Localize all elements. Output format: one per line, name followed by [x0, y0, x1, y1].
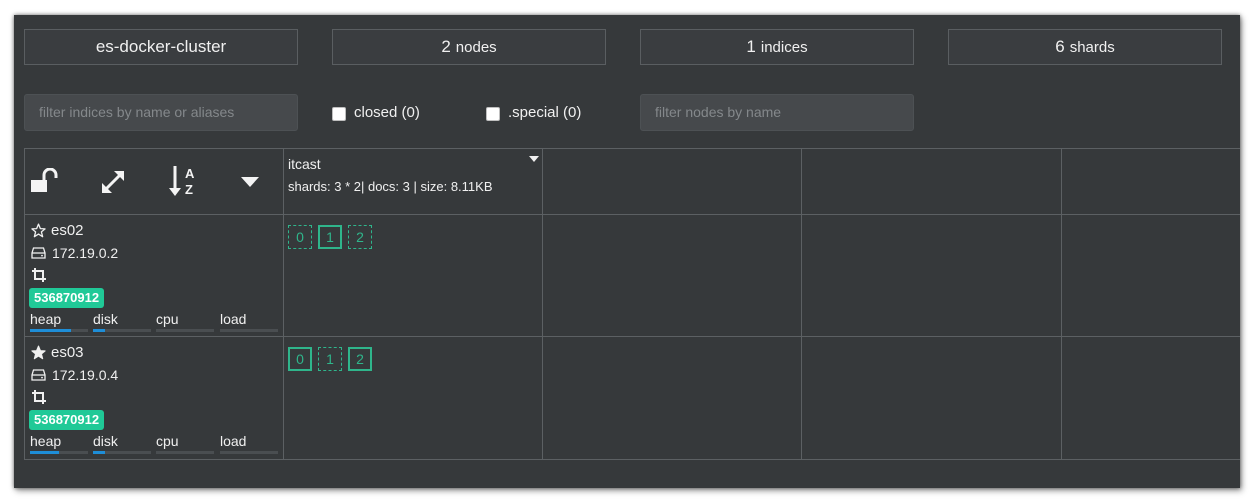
- shard-1[interactable]: 1: [318, 347, 342, 371]
- metric-disk-bar: [93, 329, 151, 332]
- node-badge: 536870912: [29, 410, 105, 430]
- grid-line: [283, 148, 284, 460]
- shard-0[interactable]: 0: [288, 225, 312, 249]
- grid-line: [24, 214, 1240, 215]
- metric-heap-label: heap: [30, 311, 62, 327]
- cerebro-cluster-overview: es-docker-cluster 2 nodes 1 indices 6 sh…: [14, 15, 1240, 488]
- crop-icon: [32, 390, 46, 404]
- unlock-icon[interactable]: [30, 168, 58, 194]
- node-name-text: es03: [51, 344, 84, 361]
- caret-down-icon[interactable]: [241, 176, 259, 188]
- metric-load-bar: [220, 451, 278, 454]
- node-badge: 536870912: [29, 288, 105, 308]
- metric-cpu-label: cpu: [156, 311, 179, 327]
- cluster-name: es-docker-cluster: [24, 29, 298, 65]
- cluster-name-text: es-docker-cluster: [95, 37, 227, 56]
- indices-count: 1: [746, 37, 756, 56]
- metric-fill: [30, 451, 59, 454]
- shard-2[interactable]: 2: [348, 347, 372, 371]
- hdd-icon: [31, 369, 46, 381]
- shards-label: shards: [1069, 38, 1115, 56]
- shard-allocation-grid: A Z itcast shards: 3 * 2| docs: 3 | size…: [24, 148, 1240, 460]
- metric-fill: [93, 329, 105, 332]
- metric-heap-bar: [30, 451, 88, 454]
- grid-line: [24, 459, 1240, 460]
- filter-indices-input[interactable]: filter indices by name or aliases: [24, 94, 298, 131]
- star-outline-icon: [31, 223, 46, 238]
- grid-line: [24, 148, 25, 460]
- index-name[interactable]: itcast: [288, 156, 321, 172]
- indices-count-stat: 1 indices: [640, 29, 914, 65]
- star-filled-icon: [31, 345, 46, 360]
- grid-line: [1061, 148, 1062, 460]
- metric-cpu-label: cpu: [156, 433, 179, 449]
- metric-load-label: load: [220, 433, 247, 449]
- metric-load-label: load: [220, 311, 247, 327]
- shard-0[interactable]: 0: [288, 347, 312, 371]
- svg-text:A: A: [185, 166, 195, 181]
- node-name-es03: es03: [31, 344, 84, 361]
- node-ip-text: 172.19.0.4: [52, 367, 119, 383]
- metric-disk-label: disk: [93, 311, 118, 327]
- closed-checkbox[interactable]: closed (0): [332, 103, 420, 121]
- grid-line: [542, 148, 543, 460]
- node-name-text: es02: [51, 222, 84, 239]
- expand-icon[interactable]: [99, 168, 127, 196]
- index-meta: shards: 3 * 2| docs: 3 | size: 8.11KB: [288, 179, 493, 194]
- filter-nodes-input[interactable]: filter nodes by name: [640, 94, 914, 131]
- indices-label: indices: [760, 38, 808, 56]
- special-checkbox[interactable]: .special (0): [486, 103, 581, 121]
- index-menu-caret-icon[interactable]: [529, 156, 539, 162]
- node-ip-text: 172.19.0.2: [52, 245, 119, 261]
- metric-fill: [93, 451, 105, 454]
- metric-heap-bar: [30, 329, 88, 332]
- crop-icon: [32, 268, 46, 282]
- node-name-es02: es02: [31, 222, 84, 239]
- metric-cpu-bar: [156, 451, 214, 454]
- special-checkbox-label: .special (0): [508, 103, 582, 121]
- svg-text:Z: Z: [185, 182, 193, 197]
- special-checkbox-box[interactable]: [486, 107, 500, 121]
- nodes-count-stat: 2 nodes: [332, 29, 606, 65]
- grid-line: [24, 336, 1240, 337]
- metric-disk-bar: [93, 451, 151, 454]
- nodes-count: 2: [441, 37, 451, 56]
- sort-az-icon[interactable]: A Z: [169, 164, 199, 198]
- nodes-label: nodes: [455, 38, 497, 56]
- metric-cpu-bar: [156, 329, 214, 332]
- metric-fill: [30, 329, 71, 332]
- shards-count: 6: [1055, 37, 1065, 56]
- shard-2[interactable]: 2: [348, 225, 372, 249]
- closed-checkbox-box[interactable]: [332, 107, 346, 121]
- metric-load-bar: [220, 329, 278, 332]
- metric-heap-label: heap: [30, 433, 62, 449]
- hdd-icon: [31, 247, 46, 259]
- metric-disk-label: disk: [93, 433, 118, 449]
- node-ip-es02: 172.19.0.2: [31, 245, 118, 261]
- node-ip-es03: 172.19.0.4: [31, 367, 118, 383]
- closed-checkbox-label: closed (0): [354, 103, 420, 121]
- shard-1[interactable]: 1: [318, 225, 342, 249]
- shards-count-stat: 6 shards: [948, 29, 1222, 65]
- grid-line: [24, 148, 1240, 149]
- grid-line: [801, 148, 802, 460]
